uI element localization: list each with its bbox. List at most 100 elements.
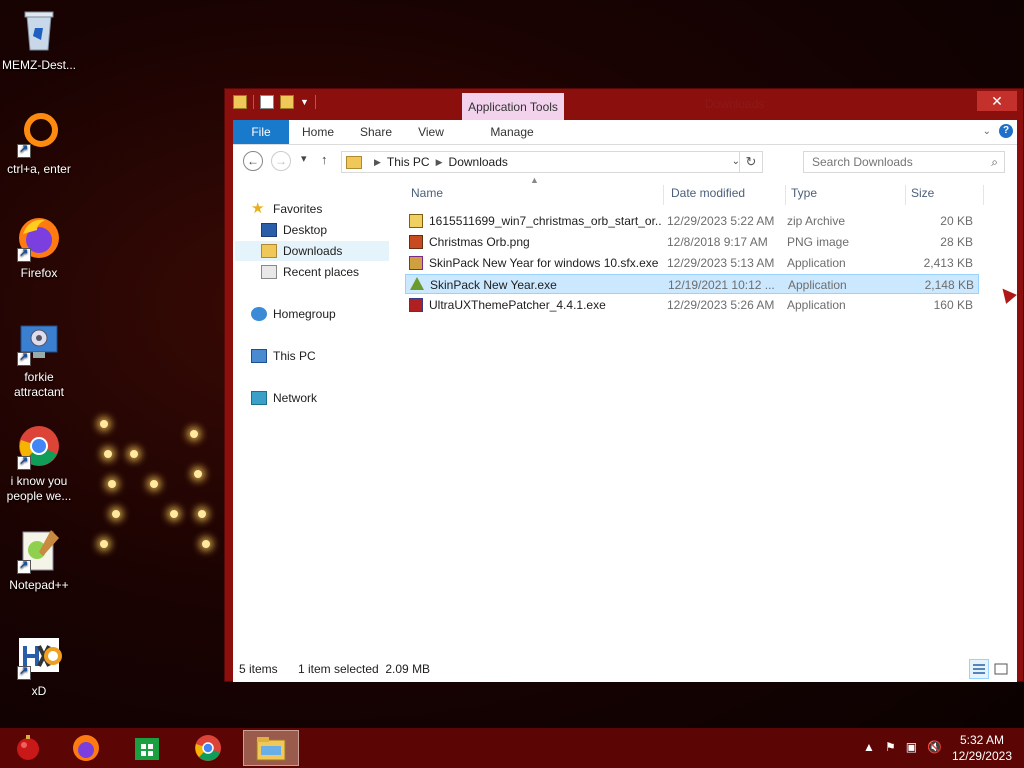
wallpaper-lights — [90, 410, 230, 570]
tab-manage[interactable]: Manage — [467, 120, 557, 144]
file-type: Application — [788, 278, 847, 292]
desktop-icon-label: xD — [31, 684, 47, 698]
christmas-orb-icon — [17, 735, 39, 760]
breadcrumb-arrow-icon[interactable]: ▶ — [374, 157, 381, 168]
tab-file[interactable]: File — [233, 120, 289, 144]
breadcrumb-this-pc[interactable]: This PC — [387, 155, 430, 169]
file-type: zip Archive — [787, 214, 846, 228]
desktop-icon-label: ctrl+a, enter — [7, 162, 71, 176]
up-button[interactable]: ↑ — [321, 152, 328, 167]
column-header-type[interactable]: Type — [791, 179, 891, 207]
file-date: 12/29/2023 5:13 AM — [667, 256, 775, 270]
nav-network[interactable]: Network — [251, 388, 381, 408]
nav-desktop[interactable]: Desktop — [261, 220, 381, 240]
file-name: SkinPack New Year for windows 10.sfx.exe — [429, 256, 659, 270]
recent-places-icon — [261, 265, 277, 279]
file-size: 28 KB — [940, 235, 973, 249]
desktop-icon-forkie[interactable]: forkie attractant — [0, 318, 78, 400]
shortcut-arrow-icon — [17, 246, 31, 262]
archive-exe-icon — [409, 256, 423, 270]
file-size: 2,148 KB — [924, 278, 974, 292]
back-button[interactable]: ← — [243, 151, 263, 171]
volume-muted-icon[interactable]: 🔇 — [927, 740, 942, 754]
nav-homegroup[interactable]: Homegroup — [251, 304, 381, 324]
taskbar: ▲ ⚑ ▣ 🔇 5:32 AM 12/29/2023 — [0, 728, 1024, 768]
application-tools-context-tab: Application Tools — [462, 93, 564, 121]
large-icons-view-icon — [994, 663, 1008, 675]
title-bar[interactable]: ▼ Application Tools Downloads ✕ — [225, 89, 1023, 121]
nav-recent-places[interactable]: Recent places — [261, 262, 385, 282]
nav-favorites[interactable]: ★ Favorites — [251, 199, 381, 219]
nav-downloads[interactable]: Downloads — [235, 241, 389, 261]
file-explorer-icon — [256, 737, 286, 761]
network-tray-icon[interactable]: ▣ — [906, 740, 917, 754]
desktop-icon-chrome[interactable]: i know you people we... — [0, 422, 78, 504]
firefox-icon — [73, 735, 99, 761]
file-row[interactable]: UltraUXThemePatcher_4.4.1.exe 12/29/2023… — [405, 295, 979, 315]
taskbar-file-explorer[interactable] — [243, 730, 299, 766]
file-name: 1615511699_win7_christmas_orb_start_or..… — [429, 214, 661, 228]
breadcrumb-downloads[interactable]: Downloads — [449, 155, 508, 169]
expand-ribbon-chevron-icon[interactable]: ⌄ — [983, 126, 991, 137]
clock-date: 12/29/2023 — [951, 749, 1012, 763]
network-icon — [251, 391, 267, 405]
taskbar-chrome[interactable] — [182, 730, 234, 766]
breadcrumb-arrow-icon[interactable]: ▶ — [436, 157, 443, 168]
tab-share[interactable]: Share — [351, 120, 401, 144]
taskbar-store[interactable] — [121, 730, 173, 766]
notepadpp-icon — [15, 526, 63, 574]
status-bar: 5 items 1 item selected 2.09 MB — [233, 656, 1017, 682]
file-name: UltraUXThemePatcher_4.4.1.exe — [429, 298, 606, 312]
address-bar[interactable]: ▶ This PC ▶ Downloads ⌄ ↻ — [341, 151, 763, 173]
ring-icon — [15, 110, 63, 158]
explorer-window: ▼ Application Tools Downloads ✕ File Hom… — [224, 88, 1024, 682]
desktop-icon-label: Notepad++ — [9, 578, 69, 592]
start-button[interactable] — [2, 730, 54, 766]
tab-home[interactable]: Home — [293, 120, 343, 144]
address-bar-row: ← → ▾ ↑ ▶ This PC ▶ Downloads ⌄ ↻ ⌕ — [233, 145, 1017, 179]
file-date: 12/29/2023 5:22 AM — [667, 214, 775, 228]
chrome-icon — [195, 735, 221, 761]
forward-button[interactable]: → — [271, 151, 291, 171]
help-icon[interactable]: ? — [999, 124, 1013, 138]
file-list: ▲ Name Date modified Type Size 161551169… — [405, 175, 1005, 649]
file-row[interactable]: Christmas Orb.png 12/8/2018 9:17 AM PNG … — [405, 232, 979, 252]
search-input[interactable] — [810, 154, 984, 170]
details-view-button[interactable] — [969, 659, 989, 679]
action-center-flag-icon[interactable]: ⚑ — [885, 740, 896, 754]
new-folder-icon[interactable] — [280, 95, 294, 109]
item-count: 5 items — [239, 662, 278, 676]
tab-view[interactable]: View — [407, 120, 455, 144]
column-header-name[interactable]: Name — [411, 179, 651, 207]
desktop-icon-label: forkie attractant — [13, 370, 65, 399]
desktop-icon-hxd[interactable]: xD — [0, 632, 78, 699]
search-box[interactable]: ⌕ — [803, 151, 1005, 173]
column-header-date[interactable]: Date modified — [671, 179, 781, 207]
homegroup-icon — [251, 307, 267, 321]
desktop-icon-notepadpp[interactable]: Notepad++ — [0, 526, 78, 593]
file-row[interactable]: 1615511699_win7_christmas_orb_start_or..… — [405, 211, 979, 231]
close-button[interactable]: ✕ — [977, 91, 1017, 111]
file-row[interactable]: SkinPack New Year for windows 10.sfx.exe… — [405, 253, 979, 273]
taskbar-firefox[interactable] — [60, 730, 112, 766]
column-header-size[interactable]: Size — [911, 179, 971, 207]
show-hidden-icons-icon[interactable]: ▲ — [863, 740, 875, 754]
hxd-icon — [15, 632, 63, 680]
navigation-pane: ★ Favorites Desktop Downloads Recent pla… — [233, 179, 389, 649]
large-icons-view-button[interactable] — [991, 659, 1011, 679]
system-tray: ▲ ⚑ ▣ 🔇 — [863, 740, 942, 754]
folder-properties-icon[interactable] — [233, 95, 247, 109]
chrome-icon — [15, 422, 63, 470]
search-icon[interactable]: ⌕ — [991, 155, 998, 170]
customize-toolbar-dropdown-icon[interactable]: ▼ — [300, 97, 309, 107]
desktop-icon-recycle-bin[interactable]: MEMZ-Dest... — [0, 6, 78, 73]
desktop-icon-firefox[interactable]: Firefox — [0, 214, 78, 281]
file-row-selected[interactable]: SkinPack New Year.exe 12/19/2021 10:12 .… — [405, 274, 979, 294]
properties-icon[interactable] — [260, 95, 274, 109]
nav-this-pc[interactable]: This PC — [251, 346, 381, 366]
computer-icon — [251, 349, 267, 363]
taskbar-clock[interactable]: 5:32 AM 12/29/2023 — [952, 732, 1012, 764]
desktop-icon-ctrl-a[interactable]: ctrl+a, enter — [0, 110, 78, 177]
recent-locations-dropdown-icon[interactable]: ▾ — [301, 152, 307, 165]
refresh-button[interactable]: ↻ — [739, 152, 762, 172]
